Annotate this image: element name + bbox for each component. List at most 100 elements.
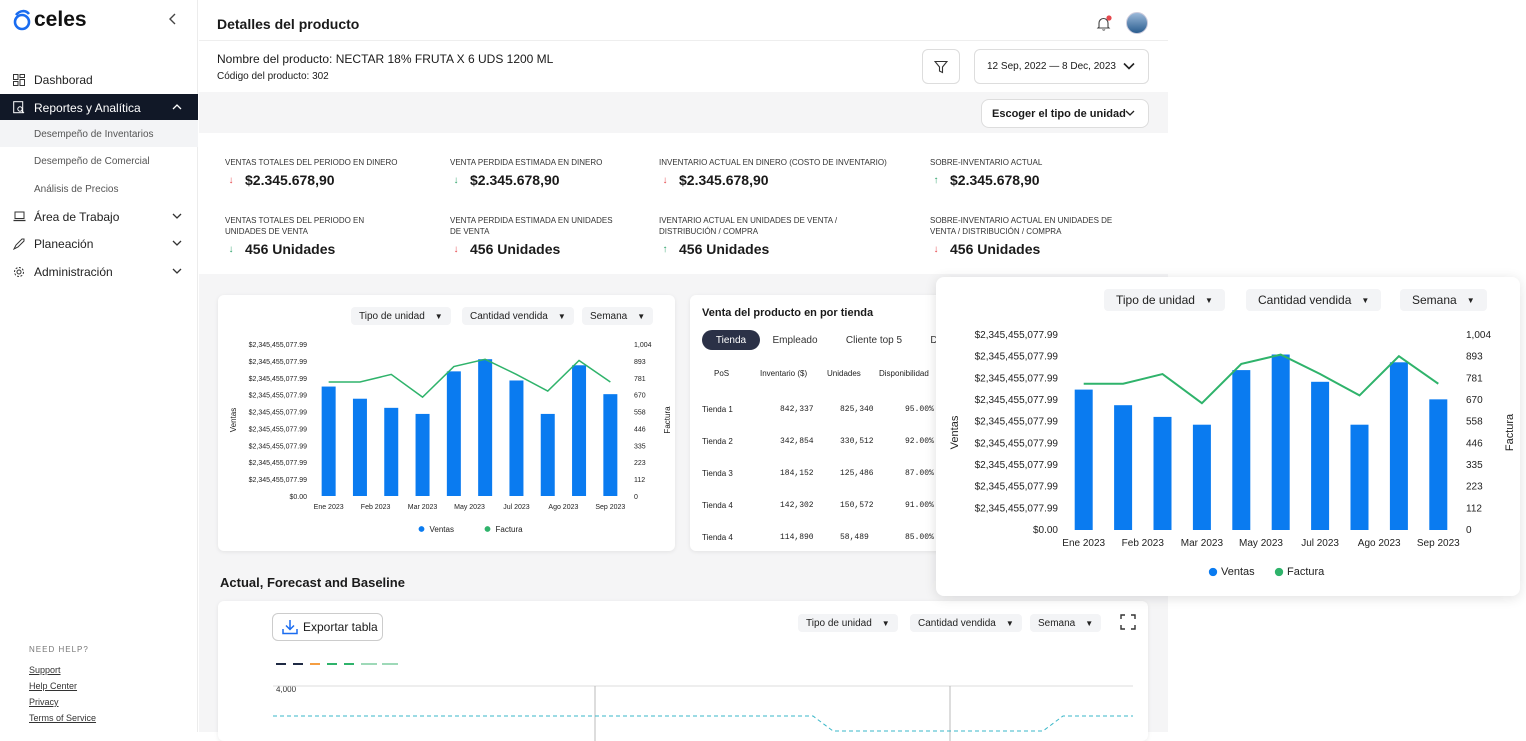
table-cell: 330,512 <box>840 437 874 446</box>
caret-down-icon: ▼ <box>1005 618 1014 628</box>
forecast-title: Actual, Forecast and Baseline <box>220 575 405 590</box>
kpi-label: VENTAS TOTALES DEL PERIODO EN DINERO <box>225 158 398 167</box>
rocket-icon <box>12 237 26 251</box>
avatar[interactable] <box>1126 12 1148 34</box>
y-tick-label: $2,345,455,077.99 <box>249 426 307 433</box>
date-range-picker[interactable]: 12 Sep, 2022 — 8 Dec, 2023 <box>974 49 1149 84</box>
legend-dot-factura <box>484 526 491 532</box>
help-center-link[interactable]: Help Center <box>29 681 77 691</box>
kpi-card: IVENTARIO ACTUAL EN UNIDADES DE VENTA / … <box>659 215 849 257</box>
y-tick-label: $2,345,455,077.99 <box>249 443 307 450</box>
x-tick-label: Mar 2023 <box>1181 538 1224 549</box>
help-title: NEED HELP? <box>29 645 89 654</box>
unit-type-dropdown[interactable]: Tipo de unidad ▼ <box>798 614 898 632</box>
chevron-down-icon <box>172 238 182 249</box>
kpi-panel: VENTAS TOTALES DEL PERIODO EN DINERO ↓ $2… <box>199 133 1168 274</box>
table-cell: 125,486 <box>840 469 874 478</box>
y2-tick-label: 670 <box>1466 395 1483 406</box>
dropdown-label: Semana <box>1038 617 1076 629</box>
kpi-label: VENTAS TOTALES DEL PERIODO EN UNIDADES D… <box>225 216 365 236</box>
sidebar-item-area-trabajo[interactable]: Área de Trabajo <box>0 203 198 230</box>
dropdown-label: Cantidad vendida <box>918 617 996 629</box>
y-axis-label: Ventas <box>229 408 238 432</box>
product-header: Nombre del producto: NECTAR 18% FRUTA X … <box>199 41 1168 92</box>
y2-tick-label: 0 <box>634 494 638 501</box>
bar <box>1350 424 1369 530</box>
bar <box>1429 399 1448 530</box>
collapse-sidebar-button[interactable] <box>168 12 178 30</box>
subnav-desempeno-comercial[interactable]: Desempeño de Comercial <box>34 156 150 167</box>
filter-button[interactable] <box>922 49 960 84</box>
y2-tick-label: 335 <box>1466 460 1483 471</box>
chevron-down-icon <box>1122 59 1136 76</box>
forecast-legend <box>276 663 398 665</box>
unit-type-select[interactable]: Escoger el tipo de unidad <box>981 99 1149 128</box>
privacy-link[interactable]: Privacy <box>29 697 59 707</box>
y-tick-label: $2,345,455,077.99 <box>249 342 307 349</box>
table-cell: 87.00% <box>905 469 934 478</box>
x-tick-label: Sep 2023 <box>595 504 625 511</box>
tab-cliente-top5[interactable]: Cliente top 5 <box>838 330 910 350</box>
y2-tick-label: 112 <box>1466 503 1482 514</box>
y2-tick-label: 1,004 <box>1466 330 1491 341</box>
y2-tick-label: 670 <box>634 393 646 400</box>
sidebar-item-label: Administración <box>34 264 113 279</box>
y-tick-label: $2,345,455,077.99 <box>975 503 1059 514</box>
kpi-card: VENTAS TOTALES DEL PERIODO EN UNIDADES D… <box>225 215 405 257</box>
y-tick-label: $2,345,455,077.99 <box>975 438 1059 449</box>
notifications-button[interactable] <box>1095 15 1113 38</box>
export-table-button[interactable]: Exportar tabla <box>272 613 383 641</box>
chevron-down-icon <box>172 266 182 277</box>
chevron-left-icon <box>169 13 176 25</box>
bar <box>572 365 587 496</box>
kpi-value: 456 Unidades <box>470 241 561 257</box>
y2-tick-label: 781 <box>1466 373 1483 384</box>
y2-tick-label: 558 <box>1466 417 1483 428</box>
sidebar-item-dashboard[interactable]: Dashborad <box>0 66 198 93</box>
forecast-card: Exportar tabla Tipo de unidad ▼ Cantidad … <box>218 601 1148 741</box>
table-cell: 142,302 <box>780 501 814 510</box>
bar <box>1311 381 1330 530</box>
kpi-value: $2.345.678,90 <box>470 172 560 188</box>
store-table-title: Venta del producto en por tienda <box>702 307 874 319</box>
expand-button[interactable] <box>1120 614 1136 635</box>
tab-tienda[interactable]: Tienda <box>702 330 760 350</box>
kpi-card: INVENTARIO ACTUAL EN DINERO (COSTO DE IN… <box>659 157 899 188</box>
sales-chart-zoomed: $2,345,455,077.99 $2,345,455,077.99 $2,345… <box>949 330 1516 578</box>
bar <box>1114 405 1133 530</box>
sidebar-item-administracion[interactable]: Administración <box>0 258 198 285</box>
unit-type-label: Escoger el tipo de unidad <box>992 107 1126 120</box>
x-tick-label: Ene 2023 <box>314 504 344 511</box>
arrow-down-icon: ↓ <box>662 174 668 186</box>
kpi-value: $2.345.678,90 <box>245 172 335 188</box>
logo[interactable]: celes <box>12 8 87 32</box>
arrow-down-icon: ↓ <box>228 243 234 255</box>
x-tick-label: Sep 2023 <box>1417 538 1460 549</box>
report-icon <box>12 101 26 115</box>
chevron-down-icon <box>172 211 182 222</box>
table-cell: 91.00% <box>905 501 934 510</box>
table-header: PoS <box>714 369 730 378</box>
kpi-label: VENTA PERDIDA ESTIMADA EN UNIDADES DE VE… <box>450 216 613 236</box>
legend-ventas: Ventas <box>430 525 454 534</box>
support-link[interactable]: Support <box>29 665 61 675</box>
arrow-up-icon: ↑ <box>933 174 939 186</box>
x-tick-label: Ago 2023 <box>1358 538 1401 549</box>
terms-link[interactable]: Terms of Service <box>29 713 96 723</box>
sidebar-item-reportes[interactable]: Reportes y Analítica <box>0 94 198 121</box>
subnav-analisis-precios[interactable]: Análisis de Precios <box>34 184 118 195</box>
sales-chart: $2,345,455,077.99 $2,345,455,077.99 $2,345… <box>229 342 672 534</box>
y2-tick-label: 112 <box>634 477 645 484</box>
subnav-desempeno-inventarios[interactable]: Desempeño de Inventarios <box>34 129 154 140</box>
x-tick-label: Ene 2023 <box>1062 538 1105 549</box>
bar <box>352 398 367 496</box>
y-tick-label: $2,345,455,077.99 <box>249 359 307 366</box>
tab-empleado[interactable]: Empleado <box>766 330 824 350</box>
qty-dropdown[interactable]: Cantidad vendida ▼ <box>910 614 1022 632</box>
legend-dot-ventas <box>1208 567 1218 577</box>
table-cell-pos: Tienda 3 <box>702 469 733 478</box>
caret-down-icon: ▼ <box>1085 618 1094 628</box>
period-dropdown[interactable]: Semana ▼ <box>1030 614 1102 632</box>
sidebar-item-planeacion[interactable]: Planeación <box>0 230 198 257</box>
kpi-label: INVENTARIO ACTUAL EN DINERO (COSTO DE IN… <box>659 158 887 167</box>
